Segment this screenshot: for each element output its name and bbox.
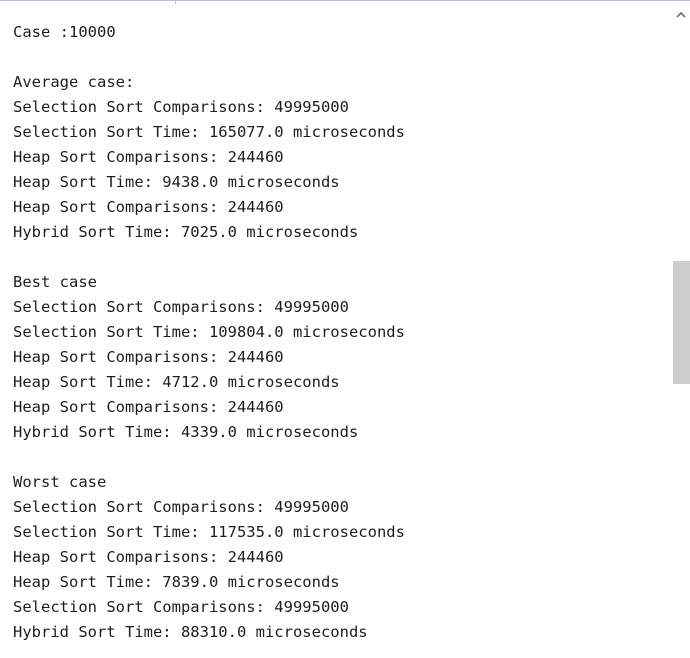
output-line: Selection Sort Comparisons: 49995000	[13, 498, 349, 516]
output-line: Average case:	[13, 73, 135, 91]
output-line: Best case	[13, 273, 97, 291]
output-line: Worst case	[13, 473, 107, 491]
vertical-scrollbar[interactable]	[672, 1, 690, 658]
output-line: Heap Sort Comparisons: 244460	[13, 348, 284, 366]
output-line: Heap Sort Time: 4712.0 microseconds	[13, 373, 340, 391]
output-line: Selection Sort Comparisons: 49995000	[13, 298, 349, 316]
output-line: Selection Sort Time: 109804.0 microsecon…	[13, 323, 405, 341]
console-window: Case :10000 Average case: Selection Sort…	[0, 0, 690, 658]
console-output-area[interactable]: Case :10000 Average case: Selection Sort…	[0, 0, 672, 658]
output-line: Hybrid Sort Time: 88310.0 microseconds	[13, 623, 368, 641]
output-line: Selection Sort Time: 117535.0 microsecon…	[13, 523, 405, 541]
output-line: Selection Sort Comparisons: 49995000	[13, 598, 349, 616]
output-line: Hybrid Sort Time: 7025.0 microseconds	[13, 223, 359, 241]
output-line: Heap Sort Comparisons: 244460	[13, 548, 284, 566]
scroll-up-button[interactable]	[672, 5, 690, 23]
output-line: Case :10000	[13, 23, 116, 41]
output-line: Hybrid Sort Time: 4339.0 microseconds	[13, 423, 359, 441]
chevron-up-icon	[676, 11, 686, 18]
output-line: Selection Sort Comparisons: 49995000	[13, 98, 349, 116]
output-line: Heap Sort Comparisons: 244460	[13, 398, 284, 416]
scroll-thumb[interactable]	[673, 261, 690, 384]
output-line: Heap Sort Comparisons: 244460	[13, 148, 284, 166]
output-line: Heap Sort Time: 9438.0 microseconds	[13, 173, 340, 191]
output-line: Heap Sort Time: 7839.0 microseconds	[13, 573, 340, 591]
output-line: Selection Sort Time: 165077.0 microsecon…	[13, 123, 405, 141]
output-line: Heap Sort Comparisons: 244460	[13, 198, 284, 216]
console-output: Case :10000 Average case: Selection Sort…	[13, 20, 405, 645]
